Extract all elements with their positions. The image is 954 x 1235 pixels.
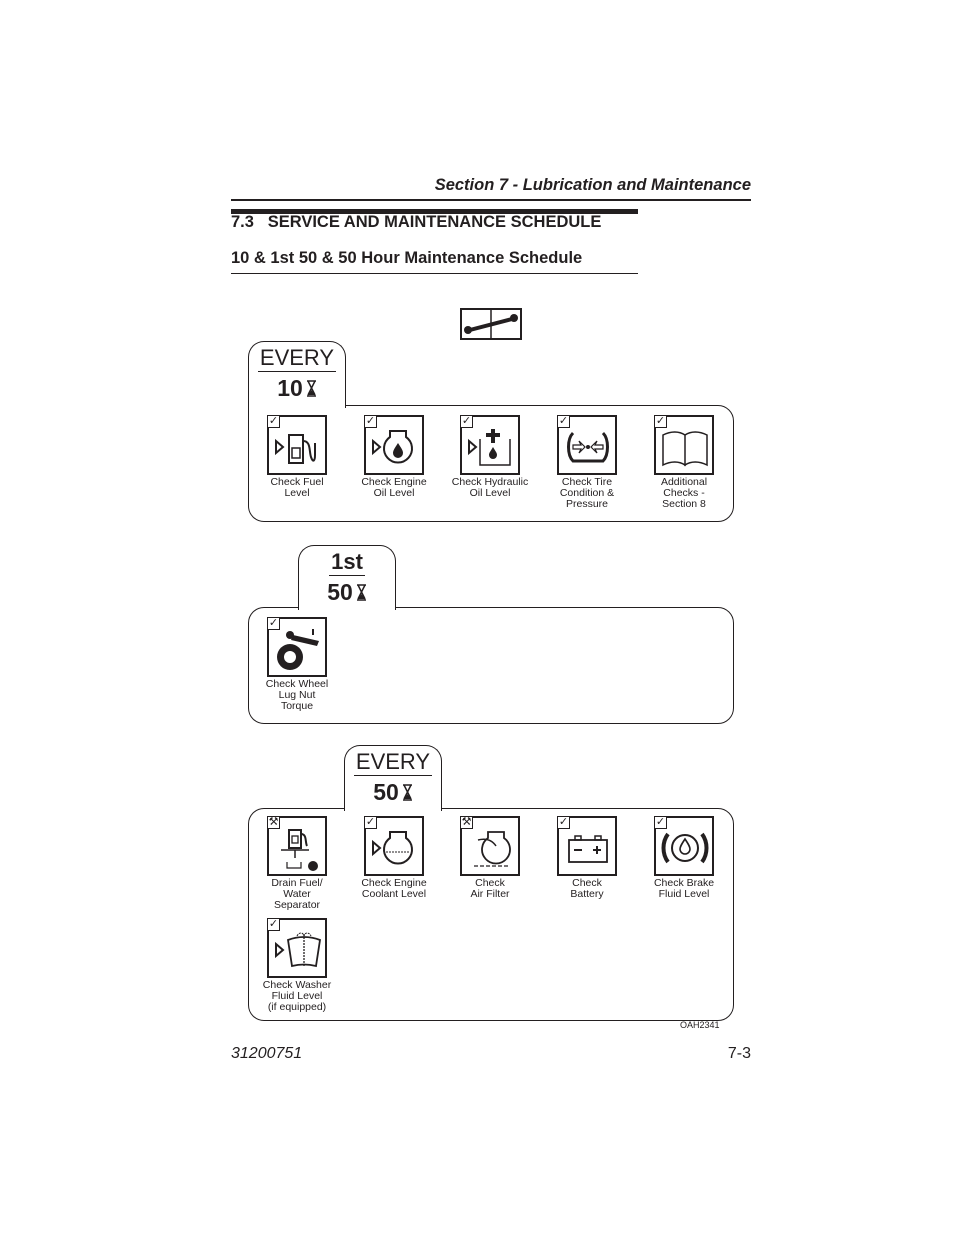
- icon-box: ✓: [460, 415, 520, 475]
- item-label: Check Engine Coolant Level: [361, 877, 427, 900]
- brake-fluid-icon: [661, 832, 709, 864]
- engine-oil-icon: [372, 430, 413, 464]
- fuel-water-separator-icon: [281, 829, 318, 871]
- icon-box: ✓: [267, 415, 327, 475]
- document-number: 31200751: [231, 1045, 303, 1062]
- hourglass-icon: [356, 584, 366, 601]
- figure-id: OAH2341: [680, 1020, 720, 1030]
- battery-icon: [568, 835, 608, 863]
- book-icon: [662, 431, 708, 467]
- every-50-hours-tab: EVERY 50: [344, 745, 442, 811]
- maintenance-item: ✓ Check Wheel Lug Nut Torque: [249, 617, 345, 712]
- maintenance-item: ✓ Check Hydraulic Oil Level: [442, 415, 538, 499]
- icon-box: ✓: [557, 816, 617, 876]
- tab-first-label: 1st: [329, 549, 365, 576]
- maintenance-item: ✓ Check Washer Fluid Level (if equipped): [249, 918, 345, 1013]
- maintenance-item: ✓ Check Engine Coolant Level: [346, 816, 442, 900]
- item-label: Check Engine Oil Level: [361, 476, 427, 499]
- item-label: Additional Checks - Section 8: [660, 476, 708, 510]
- header-rule: [231, 199, 751, 201]
- wheel-torque-icon: [277, 629, 319, 670]
- maintenance-item: ✓ Check Engine Oil Level: [346, 415, 442, 499]
- item-label: Check Battery: [570, 877, 604, 900]
- section-header: Section 7 - Lubrication and Maintenance: [434, 176, 751, 194]
- tab-every-label: EVERY: [257, 345, 337, 372]
- icon-box: ✓: [267, 617, 327, 677]
- item-label: Check Wheel Lug Nut Torque: [265, 678, 329, 712]
- icon-box: ✓: [654, 415, 714, 475]
- item-label: Check Washer Fluid Level (if equipped): [262, 979, 332, 1013]
- hourglass-icon: [402, 784, 412, 801]
- item-label: Check Fuel Level: [270, 476, 324, 499]
- item-label: Check Hydraulic Oil Level: [451, 476, 529, 499]
- icon-box: ✓: [364, 415, 424, 475]
- tab-every-label: EVERY: [353, 749, 433, 776]
- hydraulic-oil-icon: [468, 429, 511, 466]
- maintenance-item: ✓ Check Tire Condition & Pressure: [539, 415, 635, 510]
- icon-box: ✓: [654, 816, 714, 876]
- maintenance-item: ⚒ Check Air Filter: [442, 816, 538, 900]
- subsection-title: 10 & 1st 50 & 50 Hour Maintenance Schedu…: [231, 249, 583, 267]
- icon-box: ✓: [364, 816, 424, 876]
- maintenance-item: ✓ Check Brake Fluid Level: [636, 816, 732, 900]
- item-label: Check Tire Condition & Pressure: [559, 476, 615, 510]
- icon-box: ✓: [557, 415, 617, 475]
- coolant-icon: [372, 831, 413, 865]
- tire-pressure-icon: [567, 431, 609, 463]
- section-title: 7.3 SERVICE AND MAINTENANCE SCHEDULE: [231, 213, 602, 231]
- tab-hours: 10: [277, 375, 303, 401]
- every-10-hours-tab: EVERY 10: [248, 341, 346, 408]
- item-label: Check Brake Fluid Level: [653, 877, 715, 900]
- tab-hours: 50: [373, 779, 399, 805]
- maintenance-item: ✓ Check Battery: [539, 816, 635, 900]
- subsection-rule: [231, 273, 638, 274]
- maintenance-item: ✓ Additional Checks - Section 8: [636, 415, 732, 510]
- washer-fluid-icon: [275, 932, 321, 968]
- tab-hours: 50: [327, 579, 353, 605]
- icon-box: ⚒: [460, 816, 520, 876]
- maintenance-item: ⚒ Drain Fuel/ Water Separator: [249, 816, 345, 911]
- air-filter-icon: [474, 831, 511, 867]
- item-label: Drain Fuel/ Water Separator: [271, 877, 323, 911]
- hourglass-icon: [306, 380, 316, 397]
- icon-box: ⚒: [267, 816, 327, 876]
- manual-wrench-icon: [460, 308, 522, 340]
- maintenance-item: ✓ Check Fuel Level: [249, 415, 345, 499]
- page-number: 7-3: [727, 1045, 751, 1062]
- fuel-pump-icon: [275, 434, 316, 464]
- item-label: Check Air Filter: [470, 877, 510, 900]
- icon-box: ✓: [267, 918, 327, 978]
- first-50-hours-tab: 1st 50: [298, 545, 396, 610]
